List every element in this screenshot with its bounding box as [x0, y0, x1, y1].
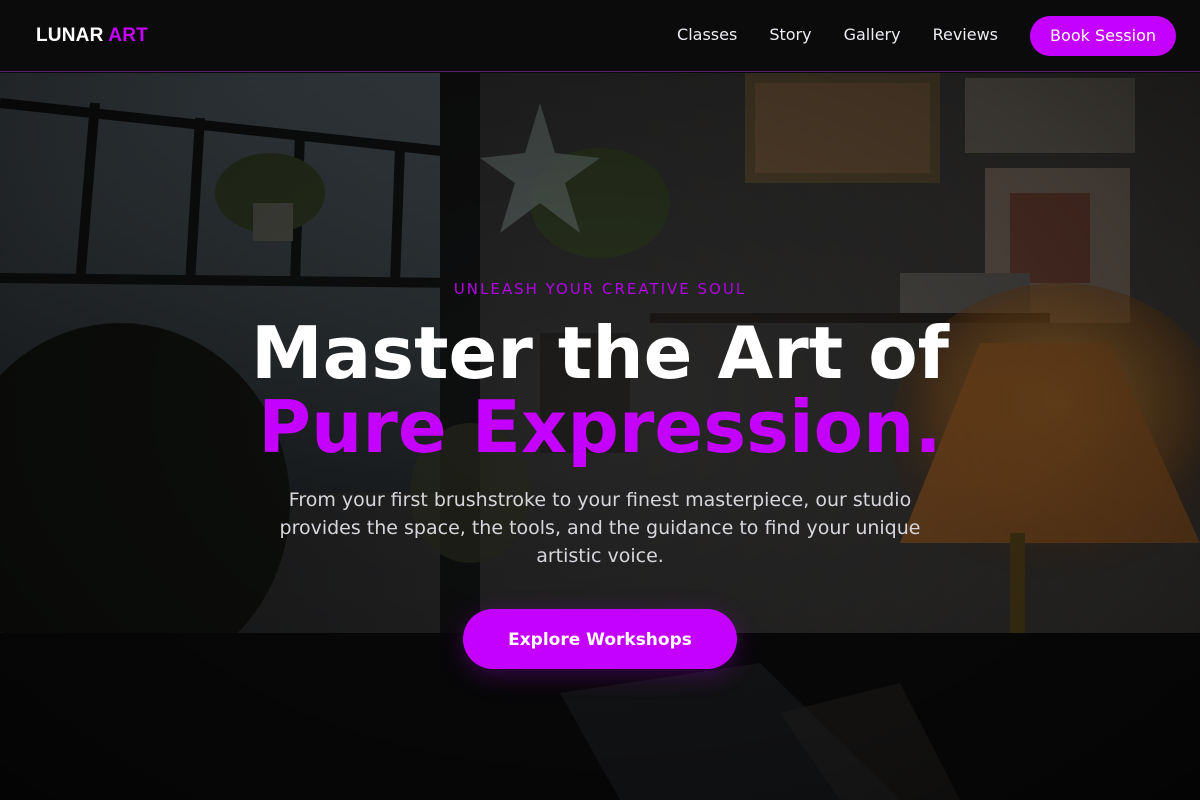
nav-links: Classes Story Gallery Reviews: [677, 24, 998, 46]
hero-headline: Master the Art of Pure Expression.: [0, 316, 1200, 464]
book-session-button[interactable]: Book Session: [1030, 16, 1176, 56]
brand-accent: ART: [108, 25, 148, 46]
brand-logo[interactable]: LUNAR ART: [36, 24, 148, 48]
hero-subtext: From your first brushstroke to your fine…: [279, 489, 921, 567]
brand-name: LUNAR: [36, 25, 104, 46]
headline-line-2: Pure Expression.: [258, 385, 942, 469]
nav-link-classes[interactable]: Classes: [677, 24, 737, 46]
explore-workshops-button[interactable]: Explore Workshops: [463, 609, 737, 669]
landing-page: LUNAR ART Classes Story Gallery Reviews …: [0, 0, 1200, 800]
nav-link-reviews[interactable]: Reviews: [933, 24, 998, 46]
hero-eyebrow: UNLEASH YOUR CREATIVE SOUL: [453, 280, 747, 298]
headline-line-1: Master the Art of: [251, 311, 949, 395]
nav-link-story[interactable]: Story: [769, 24, 811, 46]
nav-link-gallery[interactable]: Gallery: [844, 24, 901, 46]
top-navigation: LUNAR ART Classes Story Gallery Reviews …: [0, 0, 1200, 72]
